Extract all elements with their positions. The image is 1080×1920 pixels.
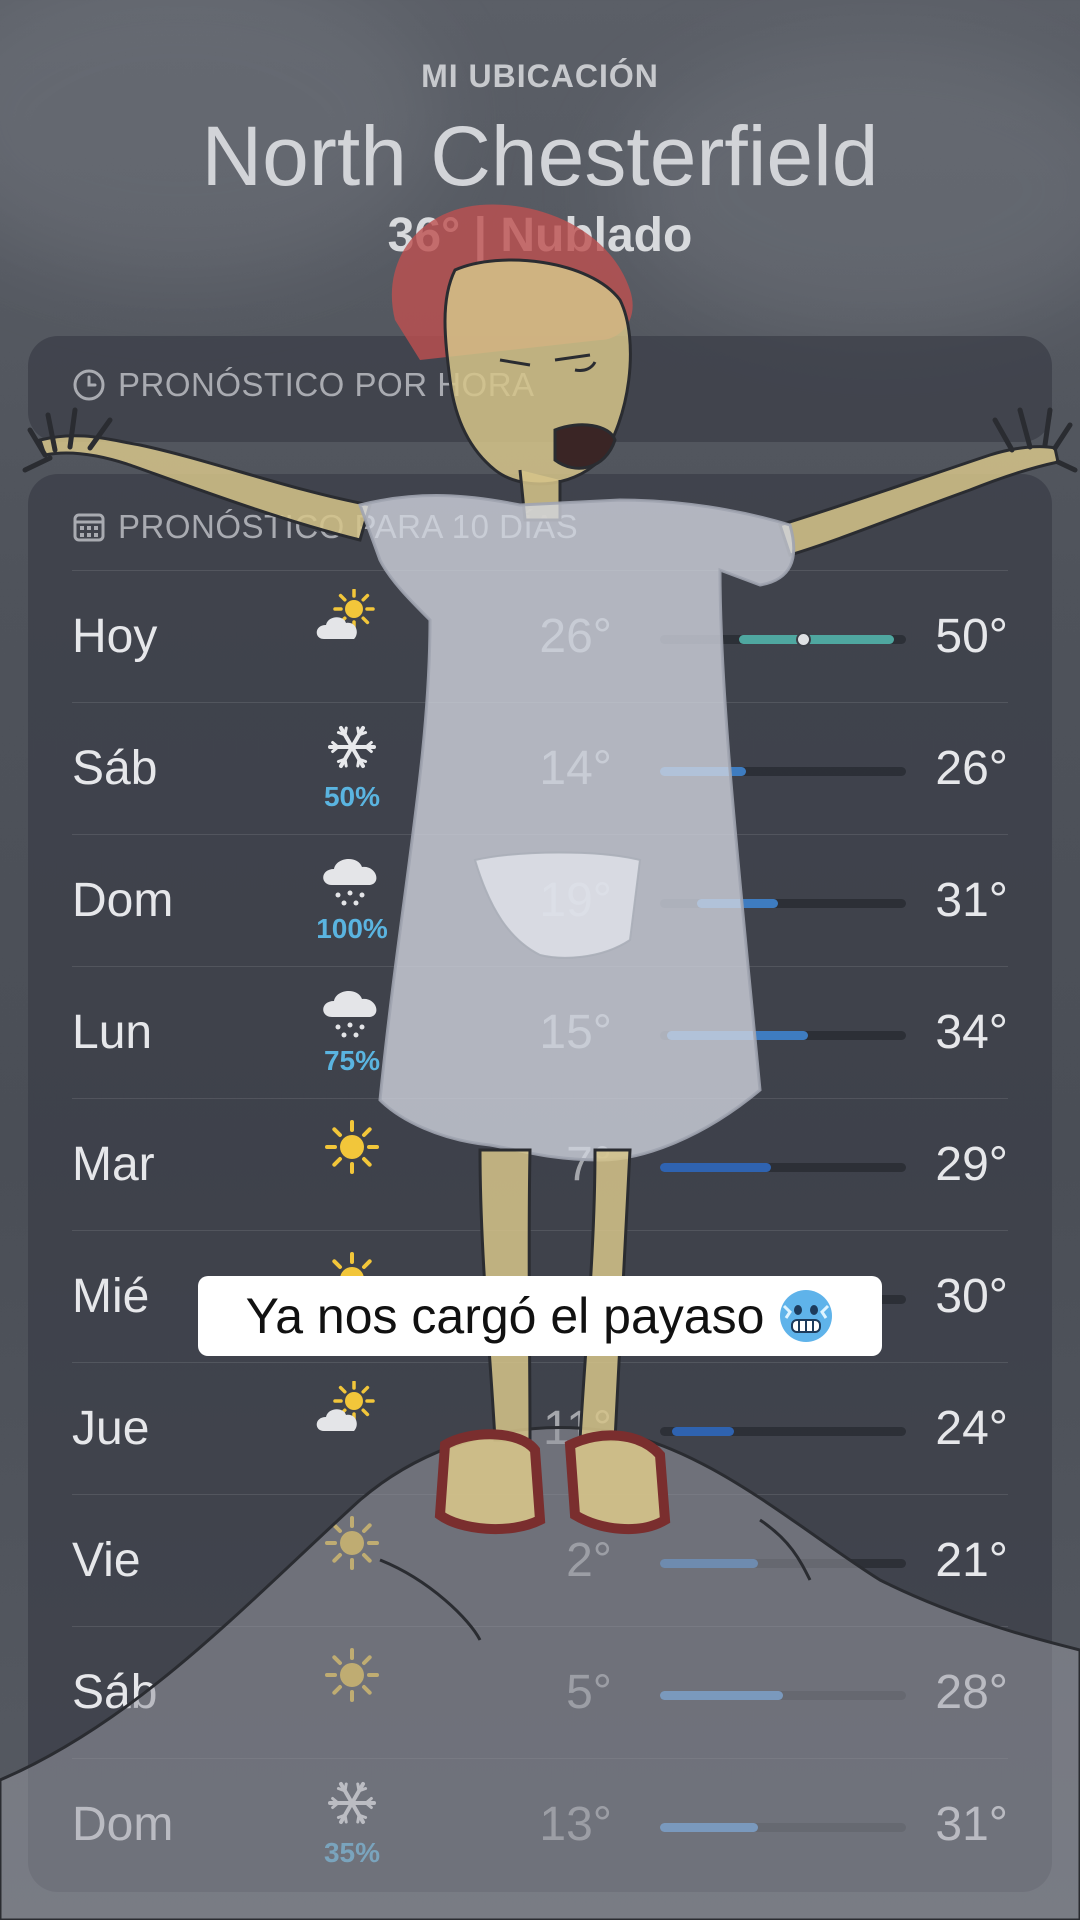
temp-range-fill [660, 767, 747, 776]
day-label: Mar [72, 1138, 155, 1191]
high-temp: 28° [935, 1666, 1008, 1719]
hourly-title-text: PRONÓSTICO POR HORA [118, 366, 535, 403]
calendar-icon [73, 513, 105, 542]
partly-sunny-icon [302, 589, 402, 685]
hourly-forecast-title: PRONÓSTICO POR HORA [72, 366, 535, 404]
ten-day-forecast-card[interactable]: PRONÓSTICO PARA 10 DÍAS Hoy 26° 50° Sáb … [28, 474, 1052, 1892]
temp-range-bar [660, 1823, 906, 1832]
high-temp: 31° [935, 1798, 1008, 1851]
temp-range-fill [696, 899, 779, 908]
temp-range-fill [660, 1823, 759, 1832]
snow-cloud-icon: 75% [302, 985, 402, 1081]
forecast-row[interactable]: Jue 11° 24° [72, 1362, 1008, 1495]
temp-range-bar [660, 1031, 906, 1040]
precip-chance: 75% [323, 1045, 381, 1076]
low-temp: 11° [542, 1402, 612, 1455]
day-label: Hoy [72, 610, 158, 663]
temp-range-fill [738, 635, 894, 644]
low-temp: 15° [539, 1006, 612, 1059]
forecast-row[interactable]: Hoy 26° 50° [72, 570, 1008, 703]
high-temp: 34° [935, 1006, 1008, 1059]
temp-range-fill [660, 1691, 783, 1700]
forecast-row[interactable]: Dom 100% 19° 31° [72, 834, 1008, 967]
snowflake-icon: 50% [302, 721, 402, 817]
temp-range-fill [660, 1559, 759, 1568]
forecast-row[interactable]: Dom 35% 13° 31° [72, 1758, 1008, 1891]
video-caption: Ya nos cargó el payaso [198, 1276, 882, 1356]
sun-icon [302, 1117, 402, 1213]
forecast-row[interactable]: Lun 75% 15° 34° [72, 966, 1008, 1099]
caption-text: Ya nos cargó el payaso [245, 1288, 765, 1344]
day-label: Mié [72, 1270, 150, 1323]
ten-day-title-text: PRONÓSTICO PARA 10 DÍAS [118, 508, 579, 545]
temp-range-fill [660, 1163, 771, 1172]
high-temp: 30° [935, 1270, 1008, 1323]
cold-face-emoji-icon [780, 1290, 833, 1342]
location-label: MI UBICACIÓN [421, 58, 659, 94]
snow-cloud-icon: 100% [302, 853, 402, 949]
high-temp: 31° [935, 874, 1008, 927]
low-temp: 26° [539, 610, 612, 663]
temp-range-bar [660, 767, 906, 776]
precip-chance: 35% [323, 1837, 381, 1868]
high-temp: 26° [935, 742, 1008, 795]
temp-range-fill [667, 1031, 808, 1040]
low-temp: 14° [539, 742, 612, 795]
ten-day-forecast-title: PRONÓSTICO PARA 10 DÍAS [72, 508, 578, 546]
temp-range-bar [660, 1559, 906, 1568]
low-temp: 13° [539, 1798, 612, 1851]
forecast-row[interactable]: Sáb 5° 28° [72, 1626, 1008, 1759]
temp-range-bar [660, 632, 906, 647]
low-temp: 5° [566, 1666, 612, 1719]
partly-sunny-icon [302, 1381, 402, 1477]
day-label: Dom [72, 874, 174, 927]
sun-icon [302, 1513, 402, 1609]
forecast-row[interactable]: Mar 7° 29° [72, 1098, 1008, 1231]
day-label: Jue [72, 1402, 150, 1455]
low-temp: 19° [539, 874, 612, 927]
low-temp: 7° [566, 1138, 612, 1191]
current-temp-dot [795, 632, 811, 647]
day-label: Sáb [72, 742, 158, 795]
forecast-row[interactable]: Vie 2° 21° [72, 1494, 1008, 1627]
high-temp: 50° [935, 610, 1008, 663]
sun-icon [302, 1645, 402, 1741]
temp-range-bar [660, 1427, 906, 1436]
low-temp: 2° [566, 1534, 612, 1587]
high-temp: 29° [935, 1138, 1008, 1191]
precip-chance: 100% [316, 913, 388, 944]
temp-range-fill [672, 1427, 734, 1436]
day-label: Lun [72, 1006, 153, 1059]
current-conditions: 36° | Nublado [387, 209, 693, 262]
temp-range-bar [660, 899, 906, 908]
city-name: North Chesterfield [201, 109, 879, 203]
temp-range-bar [660, 1163, 906, 1172]
precip-chance: 50% [323, 781, 381, 812]
high-temp: 24° [935, 1402, 1008, 1455]
snowflake-icon: 35% [302, 1777, 402, 1873]
hourly-forecast-card[interactable]: PRONÓSTICO POR HORA [28, 336, 1052, 442]
clock-icon [73, 369, 105, 401]
high-temp: 21° [935, 1534, 1008, 1587]
forecast-row[interactable]: Sáb 50% 14° 26° [72, 702, 1008, 835]
day-label: Sáb [72, 1666, 158, 1719]
temp-range-bar [660, 1691, 906, 1700]
day-label: Vie [72, 1534, 141, 1587]
day-label: Dom [72, 1798, 174, 1851]
